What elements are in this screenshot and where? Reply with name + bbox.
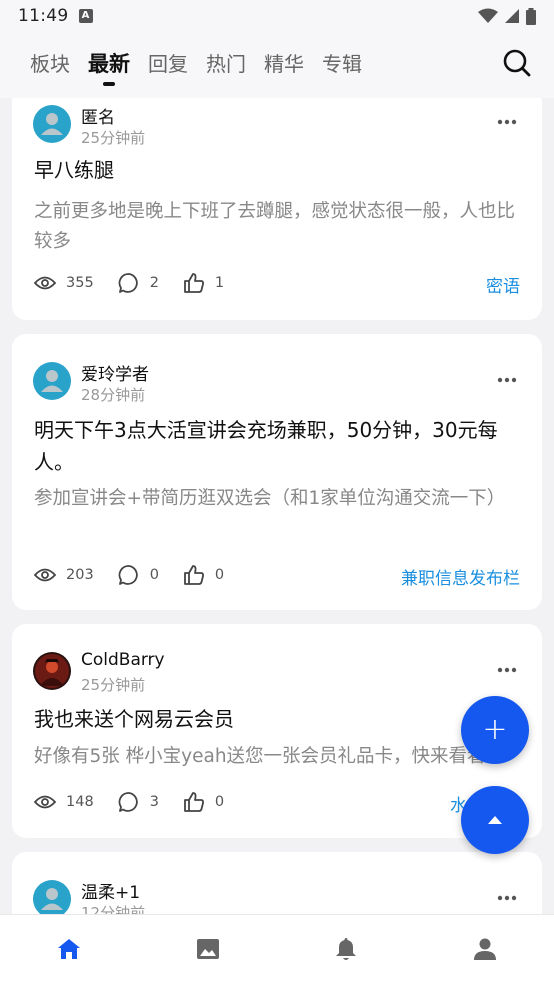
scroll-to-top-button[interactable] bbox=[461, 786, 529, 854]
status-bar: 11:49 A bbox=[0, 0, 554, 32]
home-icon[interactable] bbox=[55, 935, 83, 963]
likes-stat[interactable]: 0 bbox=[183, 564, 224, 586]
avatar[interactable] bbox=[33, 362, 71, 400]
avatar[interactable] bbox=[33, 880, 71, 914]
default-avatar-icon bbox=[33, 362, 71, 400]
thumbs-up-icon bbox=[184, 792, 204, 812]
avatar[interactable] bbox=[33, 105, 71, 143]
more-options-icon[interactable] bbox=[496, 894, 518, 902]
wifi-icon bbox=[478, 8, 498, 23]
post-time: 25分钟前 bbox=[81, 129, 146, 147]
views-count: 203 bbox=[66, 567, 94, 583]
avatar[interactable] bbox=[33, 652, 71, 690]
post-stats: 148 3 0 bbox=[34, 791, 248, 813]
likes-count: 1 bbox=[214, 275, 225, 291]
likes-count: 0 bbox=[214, 567, 225, 583]
notification-badge-icon: A bbox=[78, 9, 93, 23]
default-avatar-icon bbox=[33, 880, 71, 914]
top-tab-bar: 板块 最新 回复 热门 精华 专辑 bbox=[0, 32, 554, 98]
author-name[interactable]: ColdBarry bbox=[81, 650, 165, 670]
tab-list: 板块 最新 回复 热门 精华 专辑 bbox=[30, 50, 362, 86]
tab-latest[interactable]: 最新 bbox=[88, 50, 130, 86]
post-section-tag[interactable]: 兼职信息发布栏 bbox=[401, 564, 520, 589]
more-options-icon[interactable] bbox=[496, 376, 518, 384]
thumbs-up-icon bbox=[184, 565, 204, 585]
views-stat: 148 bbox=[34, 794, 94, 810]
comments-stat[interactable]: 3 bbox=[118, 791, 159, 813]
more-options-icon[interactable] bbox=[496, 118, 518, 126]
status-icons bbox=[478, 7, 536, 25]
more-options-icon[interactable] bbox=[496, 666, 518, 674]
image-icon[interactable] bbox=[194, 935, 222, 963]
views-stat: 203 bbox=[34, 567, 94, 583]
thumbs-up-icon bbox=[184, 273, 204, 293]
person-icon[interactable] bbox=[471, 935, 499, 963]
user-avatar-image bbox=[33, 652, 71, 690]
tab-latest-label: 最新 bbox=[88, 52, 130, 76]
post-excerpt: 好像有5张 桦小宝yeah送您一张会员礼品卡，快来看看 bbox=[34, 746, 486, 767]
signal-icon bbox=[505, 9, 519, 23]
search-icon[interactable] bbox=[502, 48, 532, 78]
eye-icon bbox=[34, 568, 56, 582]
status-time: 11:49 bbox=[18, 6, 69, 26]
tab-hot[interactable]: 热门 bbox=[206, 50, 246, 80]
post-stats: 203 0 0 bbox=[34, 564, 248, 586]
post-excerpt: 之前更多地是晚上下班了去蹲腿，感觉状态很一般，人也比较多 bbox=[34, 201, 516, 252]
post-excerpt: 参加宣讲会+带简历逛双选会（和1家单位沟通交流一下） bbox=[34, 488, 506, 509]
author-name[interactable]: 匿名 bbox=[81, 103, 115, 128]
bottom-navigation bbox=[0, 914, 554, 984]
author-name[interactable]: 温柔+1 bbox=[81, 878, 140, 903]
post-feed[interactable]: 匿名 25分钟前 早八练腿 之前更多地是晚上下班了去蹲腿，感觉状态很一般，人也比… bbox=[0, 98, 554, 914]
views-count: 355 bbox=[66, 275, 94, 291]
bell-icon[interactable] bbox=[332, 935, 360, 963]
post-time: 12分钟前 bbox=[81, 904, 146, 914]
eye-icon bbox=[34, 795, 56, 809]
post-card[interactable]: 温柔+1 12分钟前 bbox=[12, 852, 542, 914]
post-time: 28分钟前 bbox=[81, 386, 146, 404]
post-title[interactable]: 明天下午3点大活宣讲会充场兼职，50分钟，30元每人。 bbox=[34, 414, 528, 478]
caret-up-icon bbox=[488, 816, 502, 824]
likes-stat[interactable]: 1 bbox=[183, 272, 224, 294]
comment-icon bbox=[118, 565, 138, 585]
active-tab-indicator bbox=[103, 82, 115, 86]
likes-stat[interactable]: 0 bbox=[183, 791, 224, 813]
views-stat: 355 bbox=[34, 275, 94, 291]
comments-count: 2 bbox=[149, 275, 159, 291]
eye-icon bbox=[34, 276, 56, 290]
post-stats: 355 2 1 bbox=[34, 272, 248, 294]
comments-stat[interactable]: 0 bbox=[118, 564, 159, 586]
post-card[interactable]: 匿名 25分钟前 早八练腿 之前更多地是晚上下班了去蹲腿，感觉状态很一般，人也比… bbox=[12, 98, 542, 320]
comments-count: 3 bbox=[149, 794, 159, 810]
tab-sections[interactable]: 板块 bbox=[30, 50, 70, 80]
post-section-tag[interactable]: 密语 bbox=[486, 272, 520, 297]
battery-icon bbox=[526, 7, 536, 25]
post-title[interactable]: 早八练腿 bbox=[34, 154, 528, 186]
plus-icon: + bbox=[482, 712, 508, 747]
post-time: 25分钟前 bbox=[81, 676, 146, 694]
comment-icon bbox=[118, 273, 138, 293]
comments-stat[interactable]: 2 bbox=[118, 272, 159, 294]
post-card[interactable]: 爱玲学者 28分钟前 明天下午3点大活宣讲会充场兼职，50分钟，30元每人。 参… bbox=[12, 334, 542, 610]
default-avatar-icon bbox=[33, 105, 71, 143]
comments-count: 0 bbox=[149, 567, 159, 583]
tab-featured[interactable]: 精华 bbox=[264, 50, 304, 80]
tab-replies[interactable]: 回复 bbox=[148, 50, 188, 80]
comment-icon bbox=[118, 792, 138, 812]
tab-albums[interactable]: 专辑 bbox=[322, 50, 362, 80]
likes-count: 0 bbox=[214, 794, 225, 810]
new-post-button[interactable]: + bbox=[461, 696, 529, 764]
views-count: 148 bbox=[66, 794, 94, 810]
post-title[interactable]: 我也来送个网易云会员 bbox=[34, 703, 528, 735]
author-name[interactable]: 爱玲学者 bbox=[81, 360, 149, 385]
